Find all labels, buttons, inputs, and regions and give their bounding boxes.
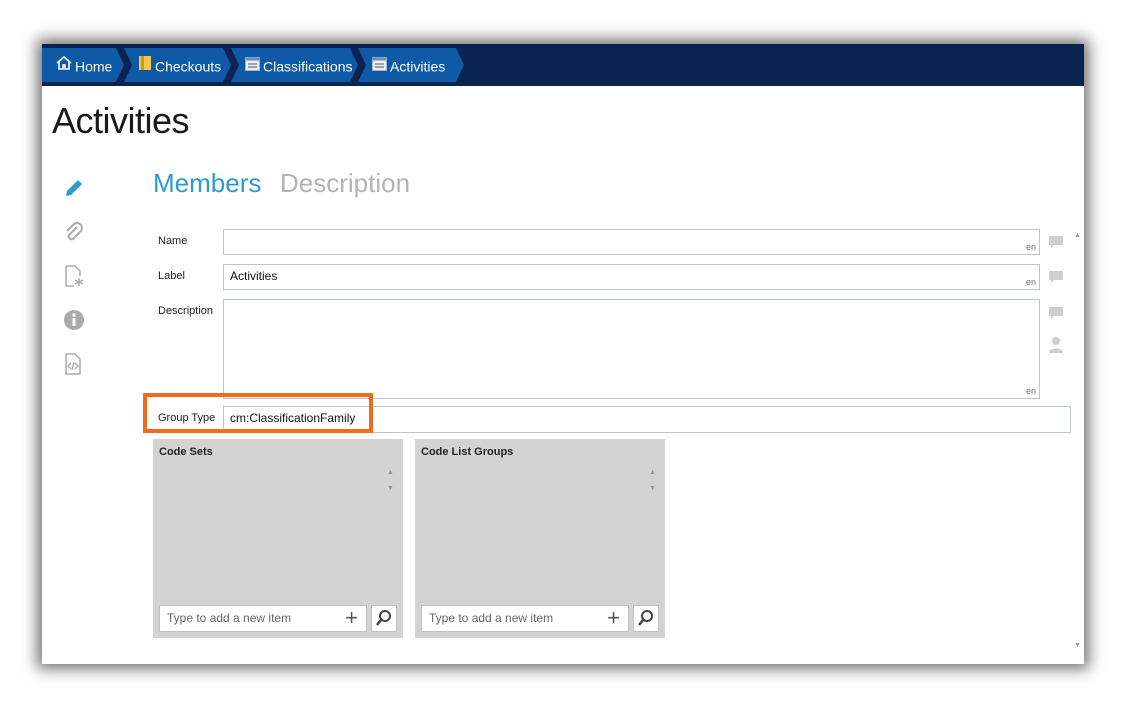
user-icon[interactable] [1048,336,1064,354]
code-sets-add-input[interactable]: Type to add a new item + [159,605,367,632]
pencil-icon[interactable] [62,176,86,200]
home-icon [56,49,72,83]
description-lang: en [1025,386,1036,396]
name-lang: en [1025,242,1036,252]
description-field[interactable]: en [223,299,1040,399]
breadcrumb: Home Checkouts Classifications Activitie… [42,44,1084,86]
folder-icon [138,49,152,83]
label-field[interactable]: Activities en [223,264,1040,290]
add-icon[interactable]: + [345,607,358,629]
comment-icon[interactable] [1048,306,1064,320]
label-label: Label [158,270,185,282]
document-asterisk-icon[interactable] [62,264,86,288]
app-window: Home Checkouts Classifications Activitie… [42,44,1084,664]
highlight-box [143,393,373,433]
paperclip-icon[interactable] [62,221,86,245]
breadcrumb-home[interactable]: Home [42,48,124,82]
code-list-groups-panel: Code List Groups ▲ ▼ Type to add a new i… [415,439,665,638]
breadcrumb-checkouts-label: Checkouts [155,58,222,75]
search-icon [634,610,658,635]
name-label: Name [158,235,188,247]
code-sets-panel: Code Sets ▲ ▼ Type to add a new item + [153,439,403,638]
code-list-groups-add-input[interactable]: Type to add a new item + [421,605,629,632]
label-value: Activities [230,269,278,283]
comment-icon[interactable] [1048,235,1064,249]
add-icon[interactable]: + [607,607,620,629]
code-list-groups-placeholder: Type to add a new item [429,611,554,625]
code-list-groups-title: Code List Groups [421,446,514,458]
info-icon[interactable] [62,308,86,332]
list-icon [245,49,260,83]
code-sets-title: Code Sets [159,446,213,458]
page-scroll-up-icon[interactable]: ▲ [1074,232,1081,239]
tab-description[interactable]: Description [280,168,410,199]
page-scroll-down-icon[interactable]: ▼ [1074,642,1081,649]
tab-members[interactable]: Members [153,168,261,199]
description-label: Description [158,305,214,317]
page-title: Activities [52,100,190,141]
code-sets-search-button[interactable] [371,605,397,632]
breadcrumb-home-label: Home [75,58,113,75]
code-file-icon[interactable] [62,352,86,376]
breadcrumb-checkouts[interactable]: Checkouts [124,48,231,82]
breadcrumb-activities[interactable]: Activities [358,48,464,82]
comment-icon[interactable] [1048,270,1064,284]
breadcrumb-classifications[interactable]: Classifications [231,48,358,82]
scroll-up-icon[interactable]: ▲ [649,469,656,476]
label-lang: en [1025,277,1036,287]
search-icon [372,610,396,635]
name-field[interactable]: en [223,229,1040,255]
code-list-groups-search-button[interactable] [633,605,659,632]
scroll-down-icon[interactable]: ▼ [649,485,656,492]
scroll-up-icon[interactable]: ▲ [387,469,394,476]
list-icon [372,49,387,83]
scroll-down-icon[interactable]: ▼ [387,485,394,492]
breadcrumb-activities-label: Activities [390,58,446,75]
code-sets-placeholder: Type to add a new item [167,611,292,625]
breadcrumb-classifications-label: Classifications [263,58,353,75]
